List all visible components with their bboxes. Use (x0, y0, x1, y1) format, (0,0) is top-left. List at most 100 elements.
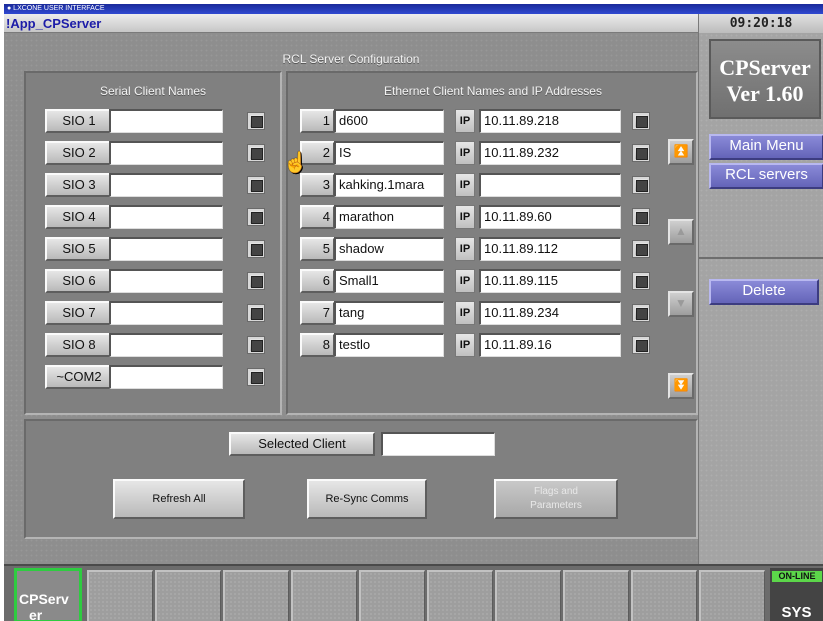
eth-ip-field-3[interactable] (479, 173, 621, 197)
app-version: Ver 1.60 (726, 81, 804, 106)
serial-name-field-1[interactable] (109, 109, 223, 133)
ip-tag-3: IP (455, 173, 475, 197)
eth-name-field-1[interactable]: d600 (334, 109, 444, 133)
ip-tag-5: IP (455, 237, 475, 261)
eth-checkbox-2[interactable] (632, 144, 650, 162)
scroll-up-button[interactable]: ▲ (668, 219, 694, 245)
empty-app-tile[interactable] (87, 570, 153, 621)
serial-name-field-4[interactable] (109, 205, 223, 229)
up-arrow-icon: ▲ (675, 224, 687, 238)
serial-name-field-7[interactable] (109, 301, 223, 325)
eth-checkbox-4[interactable] (632, 208, 650, 226)
eth-row-number-1[interactable]: 1 (300, 109, 335, 133)
serial-name-field-6[interactable] (109, 269, 223, 293)
eth-row-number-3[interactable]: 3 (300, 173, 335, 197)
ip-tag-6: IP (455, 269, 475, 293)
serial-label-3[interactable]: SIO 3 (45, 173, 113, 197)
hand-cursor-icon: ☝ (283, 152, 308, 174)
eth-ip-field-1[interactable]: 10.11.89.218 (479, 109, 621, 133)
eth-checkbox-6[interactable] (632, 272, 650, 290)
bottom-strip: CPServ er ON-LINE SYS (4, 564, 823, 621)
serial-label-1[interactable]: SIO 1 (45, 109, 113, 133)
serial-label-2[interactable]: SIO 2 (45, 141, 113, 165)
main-panel: RCL Server Configuration Serial Client N… (4, 33, 698, 564)
serial-checkbox-8[interactable] (247, 336, 265, 354)
app-tile-cpserver[interactable]: CPServ er (14, 568, 82, 621)
serial-label-4[interactable]: SIO 4 (45, 205, 113, 229)
empty-app-tile[interactable] (563, 570, 629, 621)
resync-label: Re-Sync Comms (325, 493, 409, 505)
serial-clients-pane: Serial Client Names SIO 1 SIO 2 SIO 3 SI… (24, 71, 282, 415)
empty-app-tile[interactable] (359, 570, 425, 621)
empty-app-tile[interactable] (155, 570, 221, 621)
eth-row-number-7[interactable]: 7 (300, 301, 335, 325)
serial-label-7[interactable]: SIO 7 (45, 301, 113, 325)
serial-label-9[interactable]: ~COM2 (45, 365, 113, 389)
serial-name-field-2[interactable] (109, 141, 223, 165)
eth-row-number-6[interactable]: 6 (300, 269, 335, 293)
serial-checkbox-3[interactable] (247, 176, 265, 194)
serial-name-field-9[interactable] (109, 365, 223, 389)
eth-name-field-5[interactable]: shadow (334, 237, 444, 261)
main-menu-button[interactable]: Main Menu (709, 134, 823, 160)
eth-ip-field-4[interactable]: 10.11.89.60 (479, 205, 621, 229)
serial-label-8[interactable]: SIO 8 (45, 333, 113, 357)
app-tile-line1: CPServ (19, 591, 69, 607)
scroll-down-button[interactable]: ▼ (668, 291, 694, 317)
eth-ip-field-2[interactable]: 10.11.89.232 (479, 141, 621, 165)
empty-app-tile[interactable] (495, 570, 561, 621)
clock: 09:20:18 (698, 14, 823, 33)
eth-checkbox-3[interactable] (632, 176, 650, 194)
flags-label-line2: Parameters (530, 500, 582, 511)
serial-checkbox-6[interactable] (247, 272, 265, 290)
serial-checkbox-4[interactable] (247, 208, 265, 226)
empty-app-tile[interactable] (291, 570, 357, 621)
serial-checkbox-1[interactable] (247, 112, 265, 130)
eth-name-field-8[interactable]: testlo (334, 333, 444, 357)
flags-parameters-button[interactable]: Flags and Parameters (494, 479, 618, 519)
os-title-strip: ● LXCONE USER INTERFACE (4, 4, 823, 14)
eth-row-number-5[interactable]: 5 (300, 237, 335, 261)
scroll-top-button[interactable]: ⏫ (668, 139, 694, 165)
ip-tag-7: IP (455, 301, 475, 325)
serial-checkbox-7[interactable] (247, 304, 265, 322)
empty-app-tile[interactable] (699, 570, 765, 621)
scroll-bottom-button[interactable]: ⏬ (668, 373, 694, 399)
eth-name-field-2[interactable]: IS (334, 141, 444, 165)
serial-label-5[interactable]: SIO 5 (45, 237, 113, 261)
serial-name-field-3[interactable] (109, 173, 223, 197)
eth-name-field-3[interactable]: kahking.1mara (334, 173, 444, 197)
eth-ip-field-8[interactable]: 10.11.89.16 (479, 333, 621, 357)
refresh-all-button[interactable]: Refresh All (113, 479, 245, 519)
page-title: RCL Server Configuration (282, 52, 420, 66)
eth-row-number-4[interactable]: 4 (300, 205, 335, 229)
rcl-servers-button[interactable]: RCL servers (709, 163, 823, 189)
serial-header: Serial Client Names (99, 84, 207, 98)
eth-checkbox-8[interactable] (632, 336, 650, 354)
delete-button[interactable]: Delete (709, 279, 819, 305)
serial-checkbox-2[interactable] (247, 144, 265, 162)
ethernet-clients-pane: Ethernet Client Names and IP Addresses 1… (286, 71, 698, 415)
ip-tag-4: IP (455, 205, 475, 229)
eth-checkbox-1[interactable] (632, 112, 650, 130)
empty-app-tile[interactable] (223, 570, 289, 621)
eth-name-field-7[interactable]: tang (334, 301, 444, 325)
serial-checkbox-5[interactable] (247, 240, 265, 258)
eth-name-field-4[interactable]: marathon (334, 205, 444, 229)
selected-client-field[interactable] (381, 432, 495, 456)
sys-tile[interactable]: ON-LINE SYS (770, 568, 823, 621)
eth-row-number-8[interactable]: 8 (300, 333, 335, 357)
eth-checkbox-7[interactable] (632, 304, 650, 322)
eth-ip-field-6[interactable]: 10.11.89.115 (479, 269, 621, 293)
empty-app-tile[interactable] (427, 570, 493, 621)
serial-label-6[interactable]: SIO 6 (45, 269, 113, 293)
eth-ip-field-7[interactable]: 10.11.89.234 (479, 301, 621, 325)
eth-ip-field-5[interactable]: 10.11.89.112 (479, 237, 621, 261)
empty-app-tile[interactable] (631, 570, 697, 621)
resync-comms-button[interactable]: Re-Sync Comms (307, 479, 427, 519)
eth-checkbox-5[interactable] (632, 240, 650, 258)
eth-name-field-6[interactable]: Small1 (334, 269, 444, 293)
serial-checkbox-9[interactable] (247, 368, 265, 386)
serial-name-field-8[interactable] (109, 333, 223, 357)
serial-name-field-5[interactable] (109, 237, 223, 261)
